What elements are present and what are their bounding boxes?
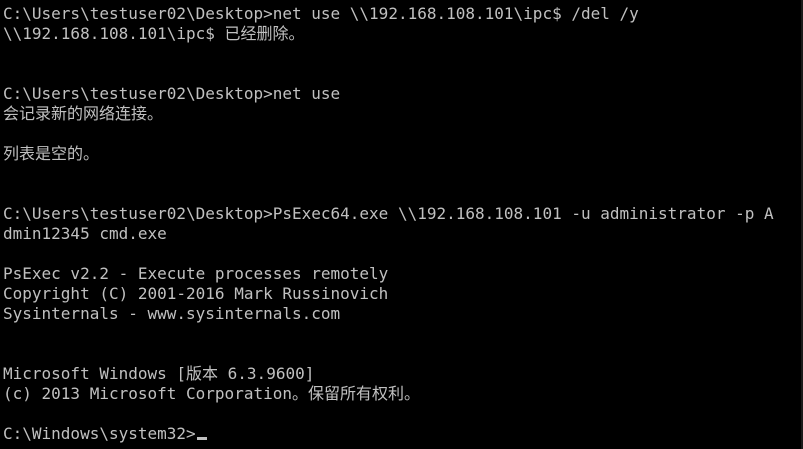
console-line: 列表是空的。 [3, 144, 100, 163]
text-cursor [196, 437, 207, 440]
console-line: C:\Users\testuser02\Desktop>net use \\19… [3, 4, 639, 23]
console-prompt-line[interactable]: C:\Windows\system32> [3, 424, 803, 444]
console-line: dmin12345 cmd.exe [3, 224, 167, 243]
console-line: \\192.168.108.101\ipc$ 已经删除。 [3, 24, 305, 43]
console-line: C:\Users\testuser02\Desktop>PsExec64.exe… [3, 204, 774, 223]
console-line: Copyright (C) 2001-2016 Mark Russinovich [3, 284, 389, 303]
console-line: Sysinternals - www.sysinternals.com [3, 304, 341, 323]
console-line: Microsoft Windows [版本 6.3.9600] [3, 364, 315, 383]
console-output[interactable]: C:\Users\testuser02\Desktop>net use \\19… [0, 0, 803, 449]
console-line: PsExec v2.2 - Execute processes remotely [3, 264, 389, 283]
console-line: (c) 2013 Microsoft Corporation。保留所有权利。 [3, 384, 420, 403]
console-line: 会记录新的网络连接。 [3, 104, 164, 123]
console-prompt: C:\Windows\system32> [3, 424, 196, 443]
console-line: C:\Users\testuser02\Desktop>net use [3, 84, 341, 103]
